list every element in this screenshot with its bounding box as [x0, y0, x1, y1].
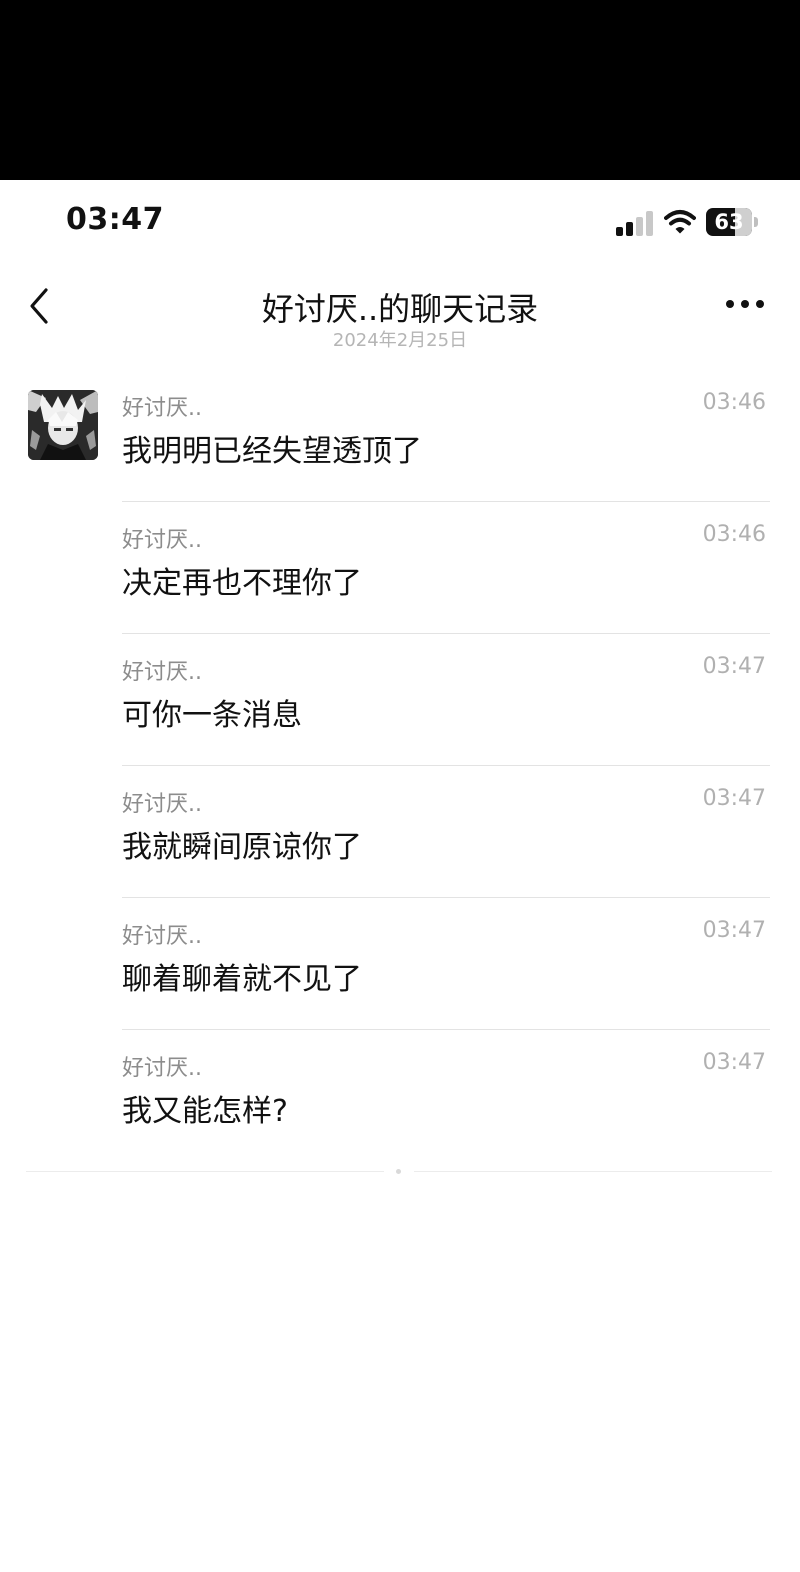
battery-level: 63 [714, 210, 744, 234]
sender-name: 好讨厌.. [122, 396, 202, 421]
sender-name: 好讨厌.. [122, 924, 202, 949]
nav-header: 好讨厌..的聊天记录 2024年2月25日 [0, 270, 800, 360]
message-item[interactable]: 好讨厌.. 03:47 我又能怎样? [0, 1030, 800, 1162]
message-time: 03:47 [702, 786, 766, 811]
message-list: 好讨厌.. 03:46 我明明已经失望透顶了 好讨厌.. 03:46 决定再也不… [0, 370, 800, 1162]
sender-name: 好讨厌.. [122, 660, 202, 685]
page-title: 好讨厌..的聊天记录 [261, 290, 539, 328]
top-black-bar [0, 0, 800, 180]
message-text: 聊着聊着就不见了 [122, 962, 362, 997]
message-time: 03:47 [702, 654, 766, 679]
message-item[interactable]: 好讨厌.. 03:47 可你一条消息 [0, 634, 800, 766]
more-horizontal-icon[interactable] [726, 300, 764, 310]
battery-icon: 63 [706, 208, 758, 236]
message-item[interactable]: 好讨厌.. 03:47 聊着聊着就不见了 [0, 898, 800, 1030]
message-time: 03:47 [702, 1050, 766, 1075]
page-subtitle: 2024年2月25日 [332, 330, 468, 351]
status-time: 03:47 [66, 202, 164, 237]
message-time: 03:46 [702, 390, 766, 415]
sender-name: 好讨厌.. [122, 528, 202, 553]
message-item[interactable]: 好讨厌.. 03:46 我明明已经失望透顶了 [0, 370, 800, 502]
signal-icon [616, 210, 656, 236]
avatar[interactable] [28, 390, 98, 460]
message-text: 可你一条消息 [122, 698, 302, 733]
end-of-list-divider [26, 1169, 774, 1174]
status-bar: 03:47 63 [0, 180, 800, 270]
message-text: 我明明已经失望透顶了 [122, 434, 422, 469]
chevron-left-icon[interactable] [24, 286, 54, 326]
message-text: 我就瞬间原谅你了 [122, 830, 362, 865]
sender-name: 好讨厌.. [122, 792, 202, 817]
message-item[interactable]: 好讨厌.. 03:47 我就瞬间原谅你了 [0, 766, 800, 898]
sender-name: 好讨厌.. [122, 1056, 202, 1081]
message-item[interactable]: 好讨厌.. 03:46 决定再也不理你了 [0, 502, 800, 634]
wifi-icon [664, 210, 696, 234]
message-text: 我又能怎样? [122, 1094, 288, 1129]
message-text: 决定再也不理你了 [122, 566, 362, 601]
message-time: 03:47 [702, 918, 766, 943]
message-time: 03:46 [702, 522, 766, 547]
